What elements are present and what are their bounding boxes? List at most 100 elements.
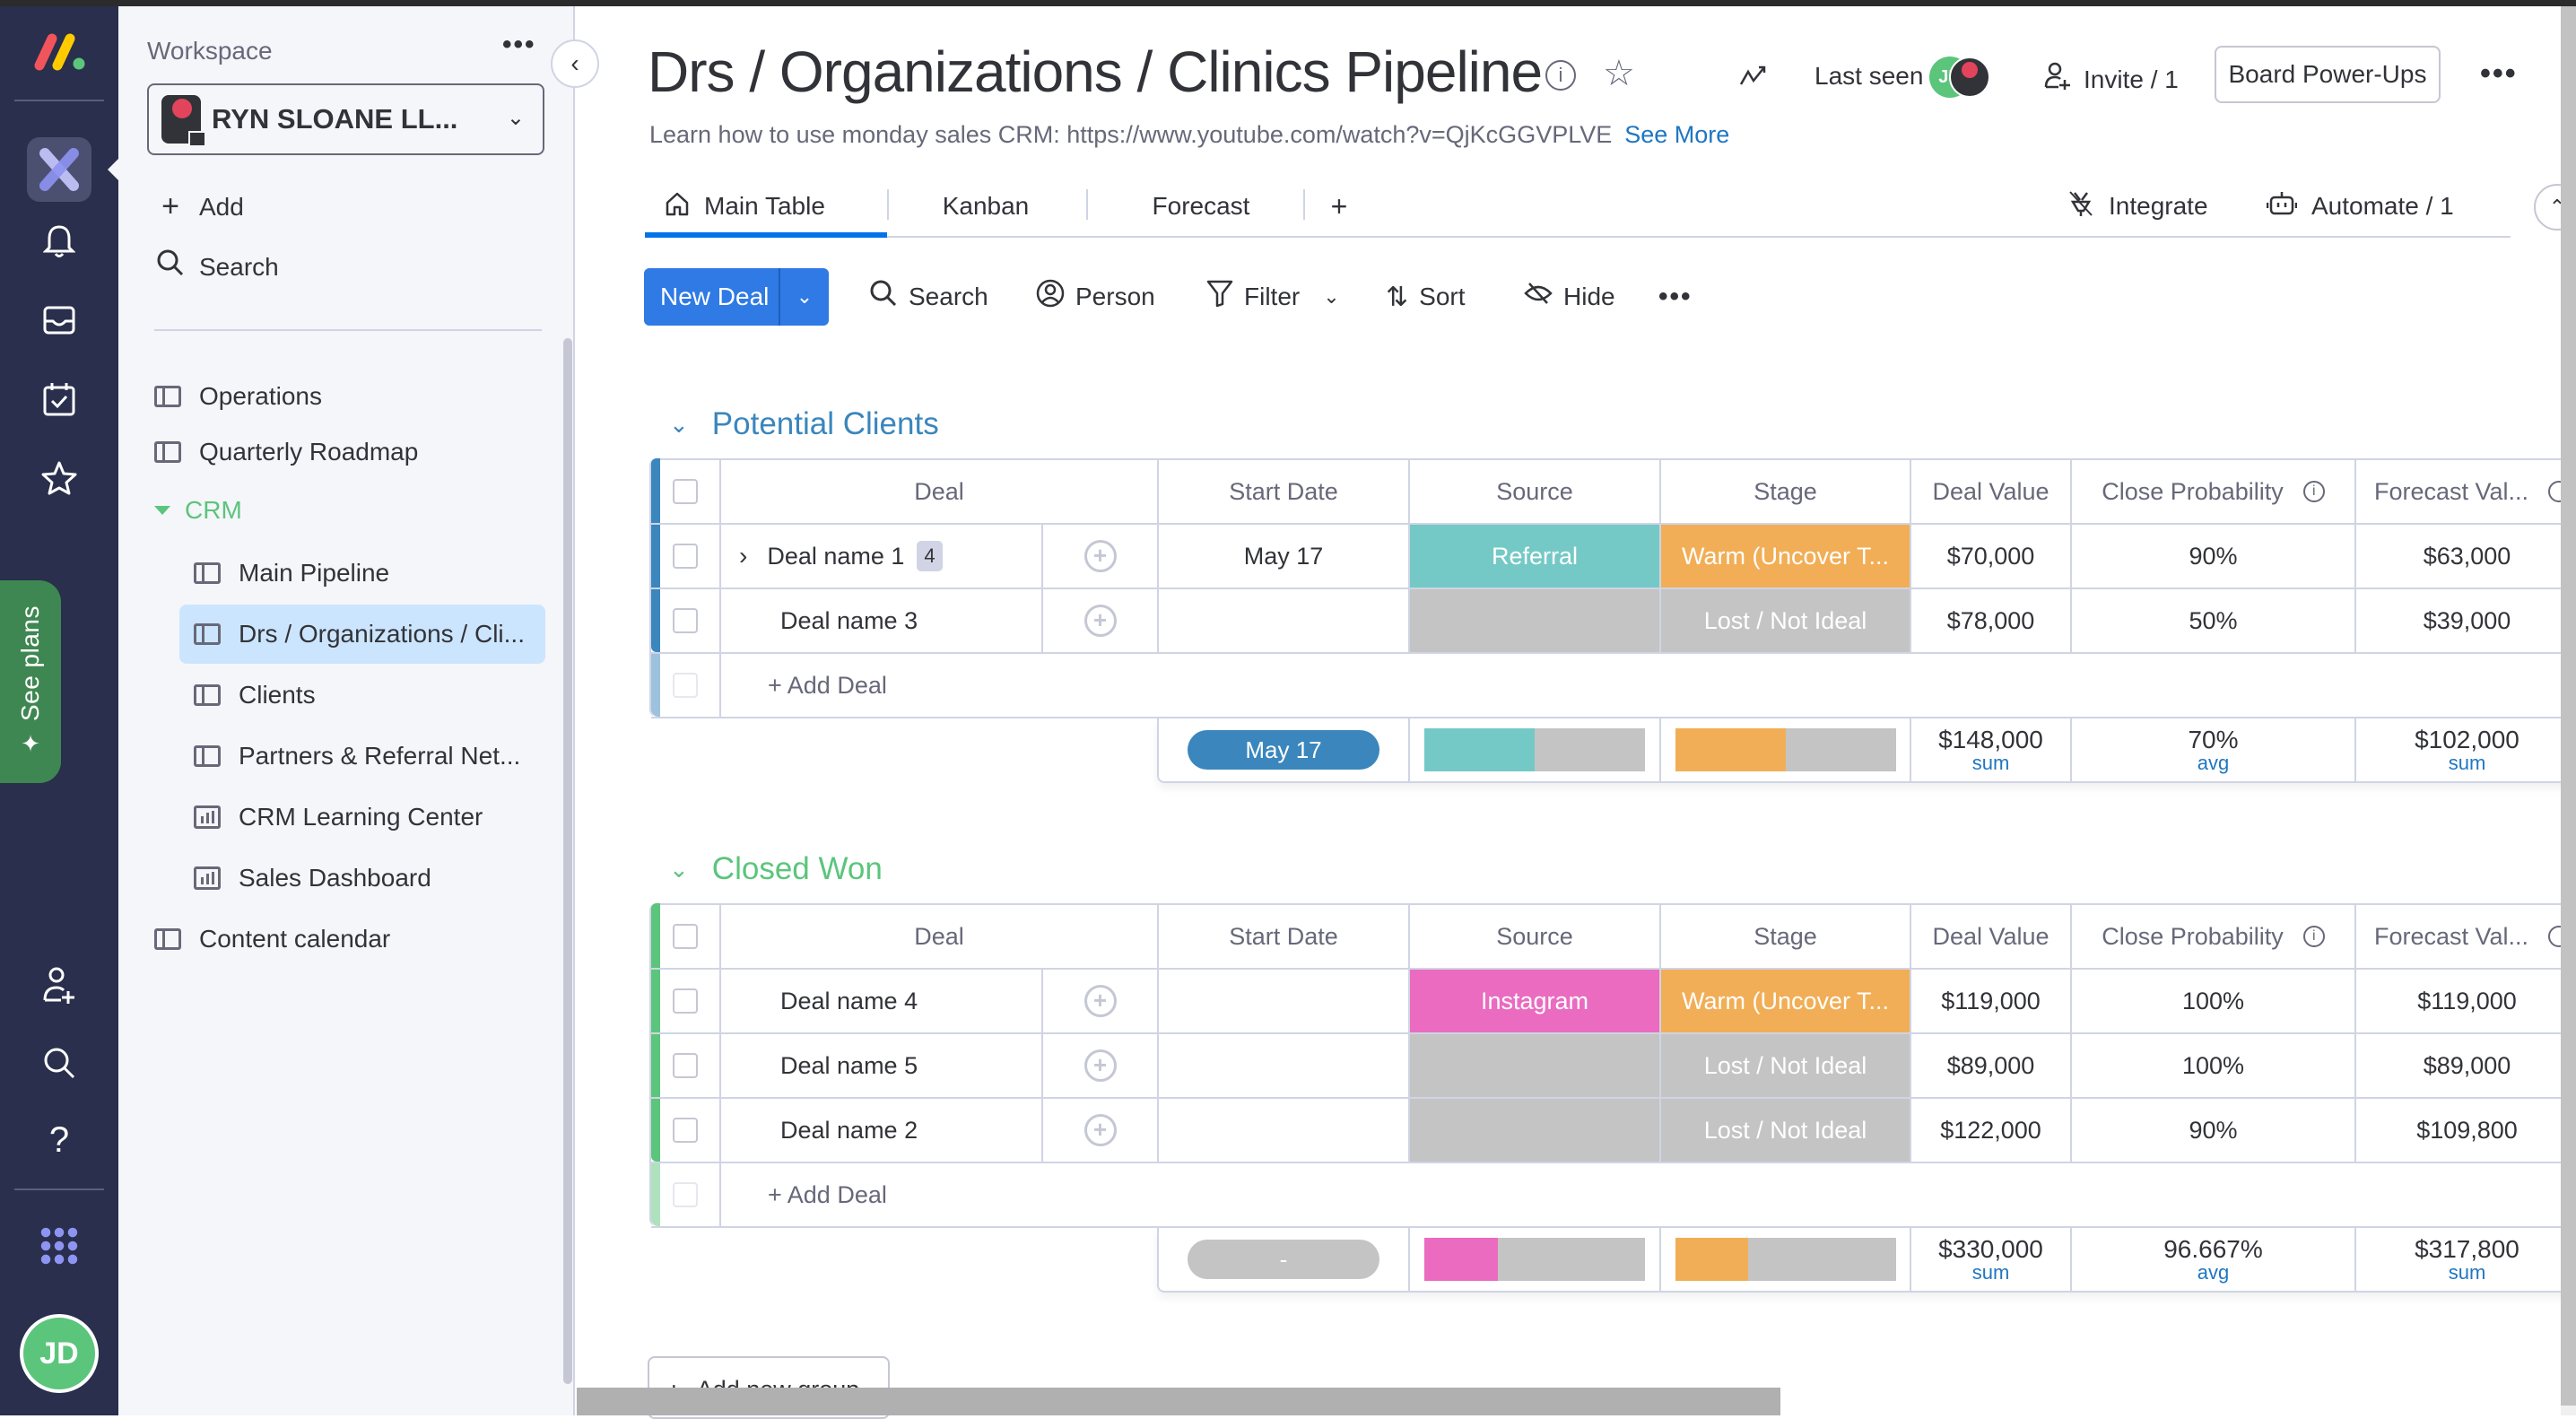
column-header-stage[interactable]: Stage [1661,905,1911,968]
sidebar-item-quarterly-roadmap[interactable]: Quarterly Roadmap [154,422,418,482]
tab-kanban[interactable]: Kanban [905,177,1066,236]
column-header-deal-value[interactable]: Deal Value [1911,905,2072,968]
invite-members-icon[interactable] [39,966,79,1005]
person-filter-button[interactable]: Person [1036,268,1155,326]
chevron-down-icon[interactable]: ⌄ [669,411,689,439]
stage-distribution-bar[interactable] [1675,728,1896,771]
add-deal-input[interactable]: + Add Deal [721,1163,2576,1226]
column-header-start-date[interactable]: Start Date [1159,905,1410,968]
start-date-cell[interactable] [1159,589,1410,652]
table-row[interactable]: › Deal name 1 4 + May 17 Referral Warm (Uncove… [651,525,2576,589]
filter-chevron-down-icon[interactable]: ⌄ [1323,285,1339,309]
column-header-close-probability[interactable]: Close Probability i [2072,905,2356,968]
deal-name-cell[interactable]: Deal name 4 [721,970,1043,1032]
stage-distribution-bar-segment[interactable] [1675,728,1786,771]
column-header-deal[interactable]: Deal [721,905,1159,968]
deal-value-cell[interactable]: $119,000 [1911,970,2072,1032]
vertical-scrollbar-thumb[interactable] [2561,6,2576,1406]
column-header-stage[interactable]: Stage [1661,460,1911,523]
sidebar-item-content-calendar[interactable]: Content calendar [154,910,390,969]
add-deal-row[interactable]: + Add Deal [651,1163,2576,1228]
stage-status-cell[interactable]: Lost / Not Ideal [1661,1099,1911,1162]
last-seen-label[interactable]: Last seen [1815,62,1923,91]
favorites-star-icon[interactable] [39,458,79,498]
stage-status-cell[interactable]: Lost / Not Ideal [1661,1034,1911,1097]
deal-value-cell[interactable]: $122,000 [1911,1099,2072,1162]
add-deal-row[interactable]: + Add Deal [651,654,2576,718]
favorite-star-icon[interactable]: ☆ [1603,53,1635,94]
stage-status-cell[interactable]: Warm (Uncover T... [1661,525,1911,588]
sidebar-folder-crm[interactable]: CRM [154,496,242,525]
summary-deal-value-cell[interactable]: $330,000 sum [1911,1228,2072,1291]
automate-button[interactable]: Automate / 1 [2266,177,2454,236]
tab-forecast[interactable]: Forecast [1102,177,1300,236]
updates-cell[interactable]: + [1043,1034,1159,1097]
monday-logo-icon[interactable] [30,31,88,75]
new-deal-button[interactable]: New Deal ⌄ [644,268,829,326]
updates-cell[interactable]: + [1043,525,1159,588]
deal-name[interactable]: Deal name 4 [780,988,918,1015]
deal-name[interactable]: Deal name 2 [780,1117,918,1145]
add-update-icon[interactable]: + [1083,1114,1117,1146]
start-date-cell[interactable] [1159,1099,1410,1162]
see-plans-button[interactable]: See plans ✦ [0,580,61,783]
add-view-button[interactable]: + [1321,177,1357,236]
row-checkbox[interactable] [673,544,698,569]
row-checkbox[interactable] [673,1118,698,1143]
subitems-count-badge[interactable]: 4 [917,541,943,571]
sidebar-scrollbar[interactable] [563,338,572,1384]
column-header-forecast-value[interactable]: Forecast Val... [2356,460,2576,523]
source-status-cell[interactable]: Referral [1410,525,1661,588]
board-power-ups-button[interactable]: Board Power-Ups [2215,46,2441,103]
summary-close-probability-cell[interactable]: 70% avg [2072,718,2356,781]
toolbar-more-icon[interactable]: ••• [1658,268,1693,326]
sidebar-item-main-pipeline[interactable]: Main Pipeline [179,544,545,603]
horizontal-scrollbar[interactable] [577,1388,1780,1415]
sidebar-search-button[interactable]: Search [154,248,279,285]
new-deal-dropdown-icon[interactable]: ⌄ [780,285,829,309]
apps-grid-icon[interactable] [39,1226,79,1266]
info-icon[interactable]: i [2302,926,2325,947]
add-update-icon[interactable]: + [1083,1049,1117,1082]
last-seen-avatar-workspace[interactable] [1949,57,1990,98]
forecast-value-cell[interactable]: $109,800 [2356,1099,2576,1162]
start-date-cell[interactable]: May 17 [1159,525,1410,588]
close-probability-cell[interactable]: 50% [2072,589,2356,652]
workspace-more-icon[interactable]: ••• [502,30,536,60]
summary-close-probability-cell[interactable]: 96.667% avg [2072,1228,2356,1291]
help-icon[interactable]: ? [39,1120,79,1160]
deal-name-cell[interactable]: Deal name 3 [721,589,1043,652]
stage-distribution-bar[interactable] [1675,1238,1896,1281]
add-button[interactable]: + Add [154,189,244,224]
source-distribution-bar[interactable] [1424,728,1645,771]
board-title[interactable]: Drs / Organizations / Clinics Pipeline [648,39,1543,105]
chevron-down-icon[interactable]: ⌄ [669,856,689,884]
board-more-icon[interactable]: ••• [2480,57,2518,91]
source-distribution-bar[interactable] [1424,1238,1645,1281]
row-checkbox[interactable] [673,988,698,1014]
deal-value-cell[interactable]: $70,000 [1911,525,2072,588]
source-distribution-bar-segment[interactable] [1424,728,1535,771]
column-header-deal[interactable]: Deal [721,460,1159,523]
column-header-source[interactable]: Source [1410,905,1661,968]
column-header-deal-value[interactable]: Deal Value [1911,460,2072,523]
summary-deal-value-cell[interactable]: $148,000 sum [1911,718,2072,781]
select-all-checkbox[interactable] [673,479,698,504]
inbox-icon[interactable] [39,300,79,340]
hide-button[interactable]: Hide [1524,268,1615,326]
info-icon[interactable]: i [1545,60,1576,91]
date-range-pill[interactable]: May 17 [1188,730,1379,770]
integrate-button[interactable]: Integrate [2067,177,2208,236]
deal-value-cell[interactable]: $78,000 [1911,589,2072,652]
summary-forecast-cell[interactable]: $317,800 sum [2356,1228,2576,1291]
source-status-cell[interactable]: Instagram [1410,970,1661,1032]
invite-button[interactable]: Invite / 1 [2044,62,2179,98]
source-status-cell[interactable] [1410,1099,1661,1162]
column-header-source[interactable]: Source [1410,460,1661,523]
sidebar-item-partners-referral[interactable]: Partners & Referral Net... [179,727,545,786]
close-probability-cell[interactable]: 100% [2072,1034,2356,1097]
summary-forecast-cell[interactable]: $102,000 sum [2356,718,2576,781]
add-deal-input[interactable]: + Add Deal [721,654,2576,717]
deal-name[interactable]: Deal name 3 [780,607,918,635]
workspace-selector[interactable]: RYN SLOANE LL... ⌄ [147,83,544,155]
